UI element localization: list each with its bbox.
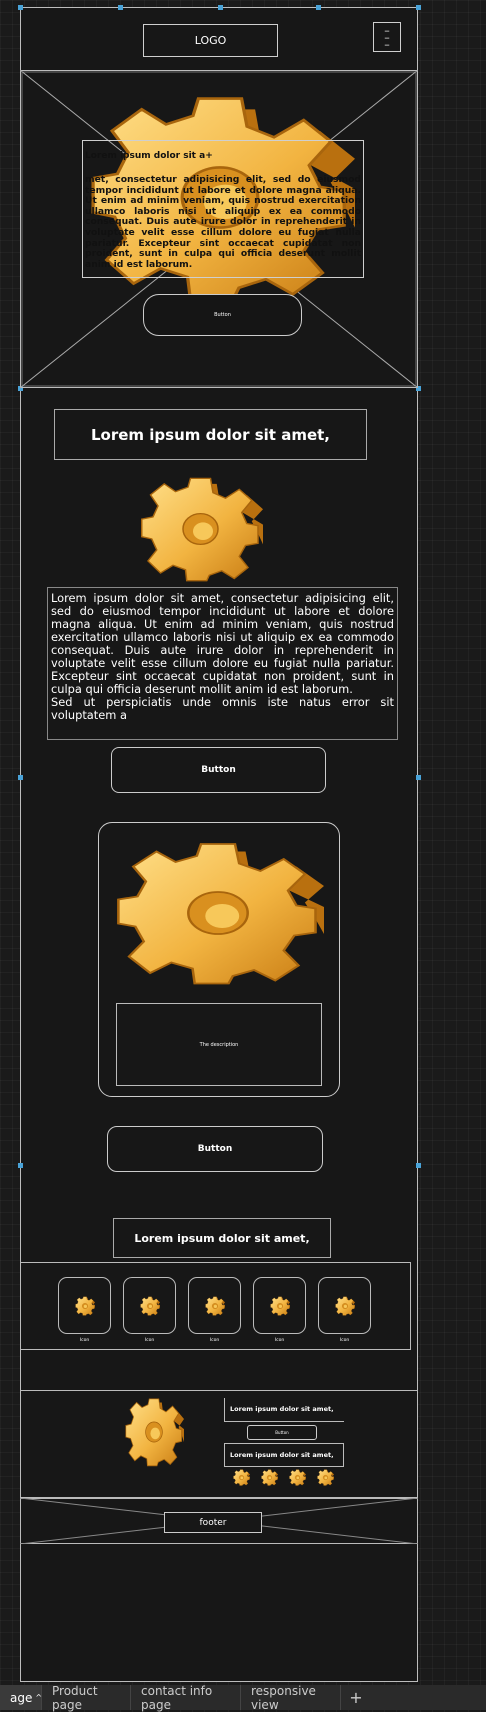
section-heading: Lorem ipsum dolor sit amet, [134, 1231, 310, 1245]
main-paragraph: Lorem ipsum dolor sit amet, consectetur … [51, 591, 394, 696]
gear-icon [75, 1296, 95, 1316]
feature-title-1: Lorem ipsum dolor sit amet, [230, 1405, 334, 1413]
logo[interactable]: LOGO [143, 24, 278, 57]
selection-handle[interactable] [18, 5, 23, 10]
selection-handle[interactable] [18, 775, 23, 780]
footer-label-box[interactable]: footer [164, 1512, 262, 1533]
feature-title-1-box: Lorem ipsum dolor sit amet, [224, 1398, 344, 1422]
plus-icon: + [349, 1688, 363, 1707]
tab-product-page-label: Product page [52, 1683, 98, 1712]
main-heading-box: Lorem ipsum dolor sit amet, [54, 409, 367, 460]
selection-handle[interactable] [416, 5, 421, 10]
selection-handle[interactable] [118, 5, 123, 10]
card-description-box: The description [116, 1003, 322, 1086]
selection-handle[interactable] [416, 1163, 421, 1168]
hero-button-label: Button [214, 312, 231, 318]
gear-icon [261, 1468, 278, 1487]
gear-icon [140, 1296, 160, 1316]
feature-button[interactable]: Button [247, 1425, 317, 1440]
add-tab-button[interactable]: + [341, 1685, 371, 1710]
selection-handle[interactable] [416, 775, 421, 780]
card-description: The description [199, 1041, 239, 1048]
icon-tile[interactable] [188, 1277, 241, 1334]
secondary-button-label: Button [197, 1144, 233, 1154]
footer-label: footer [199, 1517, 227, 1528]
gear-image [138, 474, 263, 584]
feature-section [20, 1390, 418, 1498]
icon-tile[interactable] [123, 1277, 176, 1334]
menu-button[interactable]: – – – [373, 22, 401, 52]
selection-handle[interactable] [18, 1163, 23, 1168]
selection-handle[interactable] [218, 5, 223, 10]
tab-responsive-view[interactable]: responsive view [241, 1683, 341, 1712]
icon-tile-label: Icon [274, 1338, 285, 1343]
main-heading: Lorem ipsum dolor sit amet, [91, 425, 330, 444]
feature-title-2: Lorem ipsum dolor sit amet, [230, 1451, 334, 1459]
icon-tile-label: Icon [339, 1338, 350, 1343]
paragraph-box: Lorem ipsum dolor sit amet, consectetur … [47, 587, 398, 740]
hero-button[interactable]: Button [143, 294, 302, 336]
icon-tile[interactable] [58, 1277, 111, 1334]
tab-page[interactable]: age ^ [0, 1685, 42, 1710]
main-paragraph-2: Sed ut perspiciatis unde omnis iste natu… [51, 695, 394, 722]
selection-handle[interactable] [316, 5, 321, 10]
icon-tile-label: Icon [79, 1338, 90, 1343]
tab-contact-info-page[interactable]: contact info page [131, 1683, 241, 1712]
primary-button[interactable]: Button [111, 747, 326, 793]
feature-title-2-box: Lorem ipsum dolor sit amet, [224, 1443, 344, 1467]
tab-responsive-view-label: responsive view [251, 1683, 316, 1712]
icon-tile-label: Icon [209, 1338, 220, 1343]
tab-product-page[interactable]: Product page [42, 1683, 131, 1712]
hero-body: met, consectetur adipisicing elit, sed d… [85, 174, 361, 270]
gear-icon [233, 1468, 250, 1487]
card-gear-image [112, 838, 324, 988]
icon-tile-label: Icon [144, 1338, 155, 1343]
gear-icon [317, 1468, 334, 1487]
logo-text: LOGO [194, 34, 227, 47]
gear-icon [335, 1296, 355, 1316]
section-heading-box: Lorem ipsum dolor sit amet, [113, 1218, 331, 1258]
hero-title: Lorem ipsum dolor sit a+ [85, 151, 213, 161]
secondary-button[interactable]: Button [107, 1126, 323, 1172]
feature-button-label: Button [275, 1430, 289, 1435]
gear-icon [289, 1468, 306, 1487]
tab-page-label: age [10, 1690, 33, 1705]
hero-text-box: Lorem ipsum dolor sit a+ met, consectetu… [82, 140, 364, 278]
primary-button-label: Button [201, 765, 236, 775]
icon-tile[interactable] [318, 1277, 371, 1334]
gear-icon [270, 1296, 290, 1316]
icon-tile[interactable] [253, 1277, 306, 1334]
hamburger-icon: – – – [384, 23, 390, 51]
tab-contact-info-page-label: contact info page [141, 1683, 213, 1712]
feature-gear-image [124, 1396, 184, 1468]
gear-icon [205, 1296, 225, 1316]
